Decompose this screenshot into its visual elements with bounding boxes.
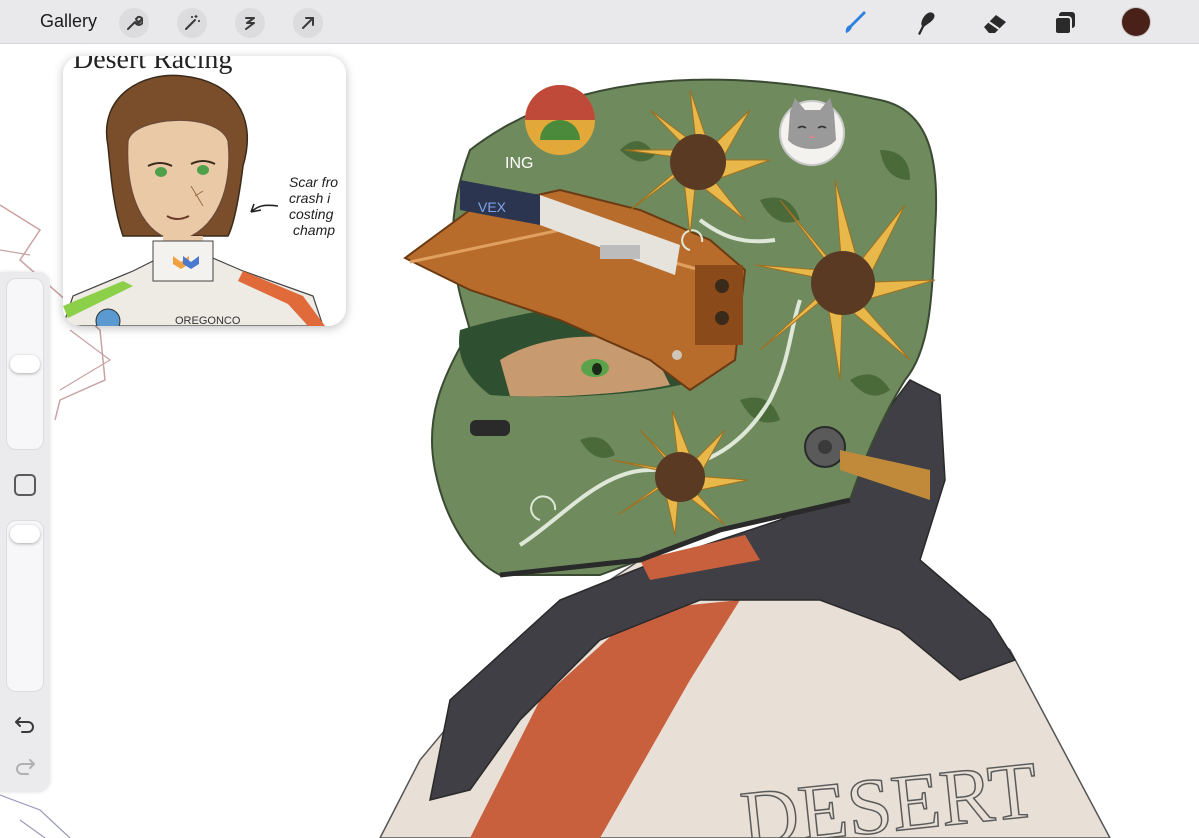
top-toolbar: Gallery xyxy=(0,0,1199,44)
ref-note-line-1: Scar fro xyxy=(289,174,339,190)
drawing-canvas[interactable]: VEX ING DESERT OREGONCO Desert Racing Sc… xyxy=(0,44,1199,838)
brush-size-slider[interactable] xyxy=(6,278,44,450)
wrench-icon xyxy=(127,15,143,30)
side-panel xyxy=(0,272,50,792)
modify-button[interactable] xyxy=(14,474,36,496)
opacity-thumb[interactable] xyxy=(10,525,40,543)
opacity-slider[interactable] xyxy=(6,520,44,692)
magic-wand-icon xyxy=(185,15,200,30)
transform-button[interactable] xyxy=(293,8,323,38)
layers-button[interactable] xyxy=(1048,6,1082,40)
actions-button[interactable] xyxy=(119,8,149,38)
selection-button[interactable] xyxy=(235,8,265,38)
ref-note-line-4: champ xyxy=(293,222,336,238)
eraser-button[interactable] xyxy=(978,6,1012,40)
redo-icon xyxy=(16,759,35,775)
ref-note-line-2: crash i xyxy=(289,190,331,206)
color-button[interactable] xyxy=(1122,8,1150,36)
eraser-icon xyxy=(984,15,1006,33)
selection-icon xyxy=(245,17,255,30)
smudge-button[interactable] xyxy=(908,6,942,40)
smudge-icon xyxy=(918,12,935,36)
brush-icon xyxy=(845,11,866,33)
helmet-side-text: ING xyxy=(505,155,533,172)
brush-button[interactable] xyxy=(838,6,872,40)
layers-icon xyxy=(1054,12,1075,35)
adjustments-button[interactable] xyxy=(177,8,207,38)
ref-note-line-3: costing xyxy=(289,206,334,222)
undo-icon xyxy=(15,717,34,733)
ref-suit-text: OREGONCO xyxy=(175,315,241,326)
transform-arrow-icon xyxy=(302,17,314,29)
redo-button[interactable] xyxy=(10,754,40,778)
gallery-button[interactable]: Gallery xyxy=(40,11,97,32)
reference-window[interactable]: OREGONCO Desert Racing Scar fro crash i … xyxy=(63,56,346,326)
brush-size-thumb[interactable] xyxy=(10,355,40,373)
ref-title: Desert Racing xyxy=(73,56,232,75)
undo-button[interactable] xyxy=(10,712,40,736)
visor-text: VEX xyxy=(478,199,507,215)
